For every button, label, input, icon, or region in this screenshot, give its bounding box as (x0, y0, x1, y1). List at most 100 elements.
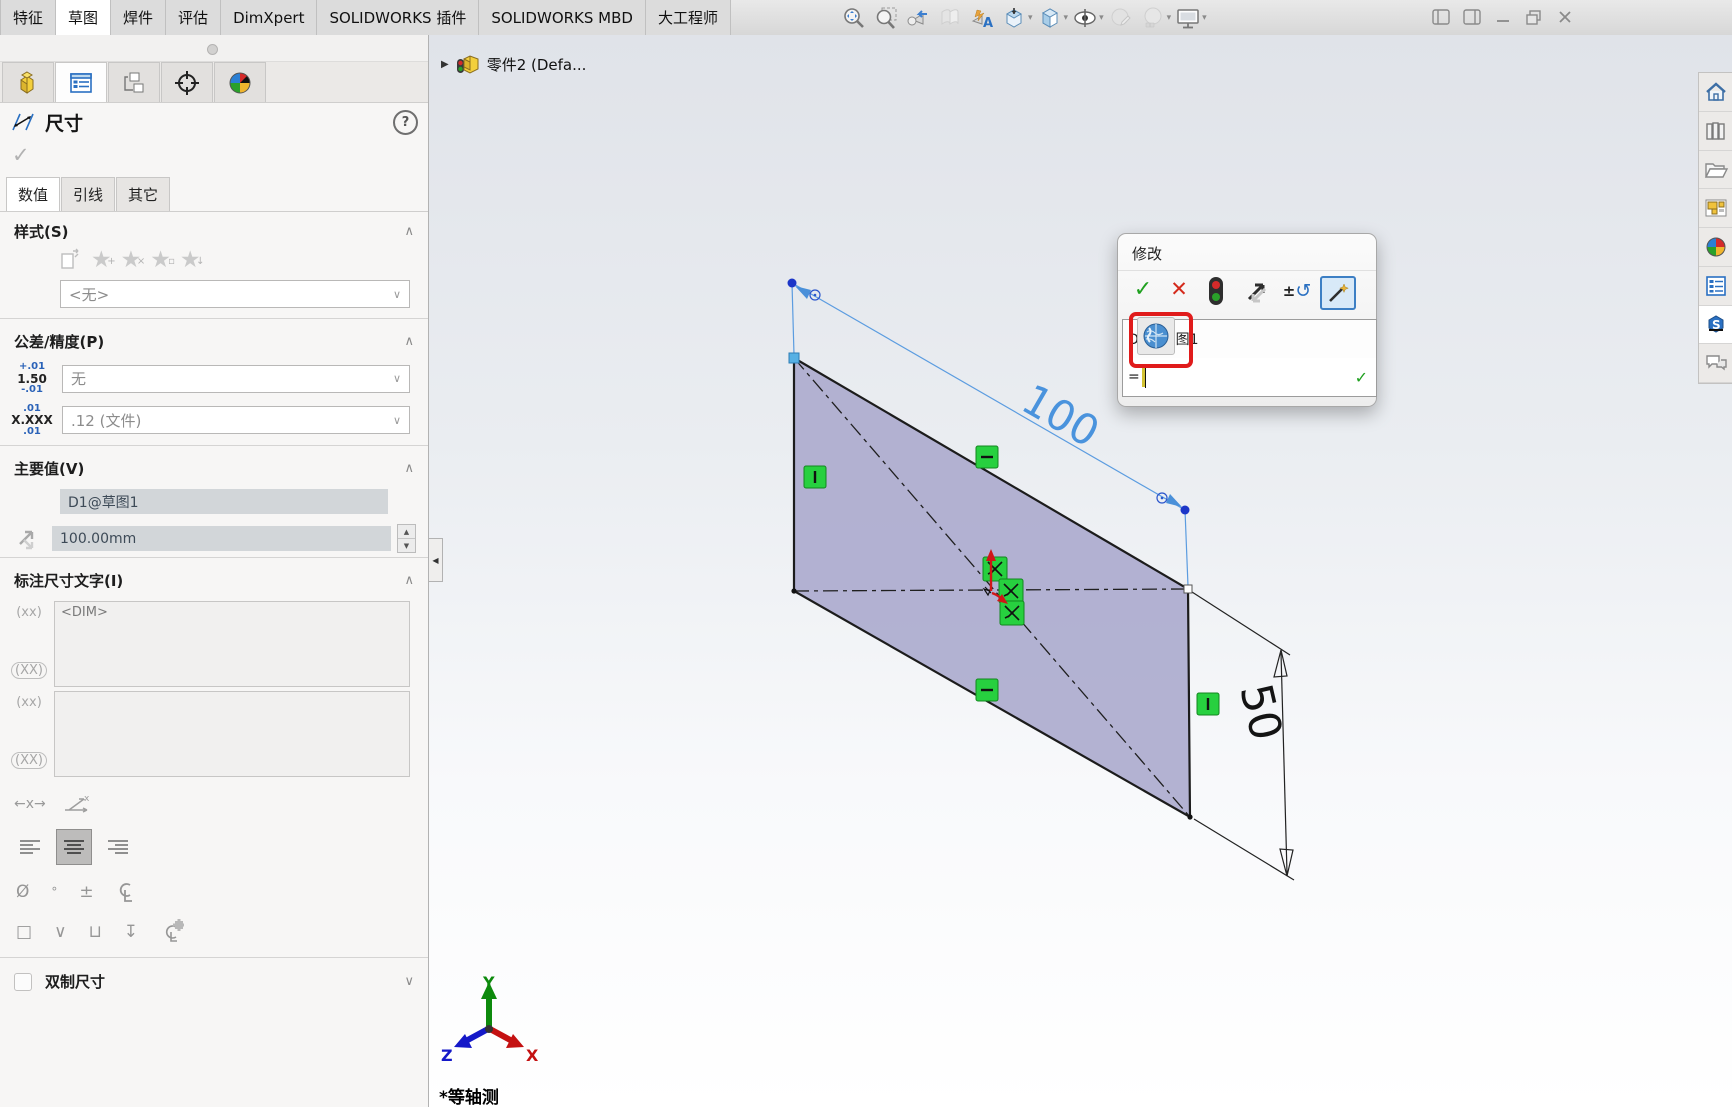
dimension-value-field[interactable]: 100.00mm (52, 526, 391, 551)
vertex-handle-selected[interactable] (789, 353, 799, 363)
tab-dimxpert-manager[interactable] (161, 62, 213, 102)
rebuild-traffic-light-icon[interactable] (1206, 276, 1226, 306)
tolerance-section-header[interactable]: 公差/精度(P) ∧ (0, 322, 428, 358)
dimension-text-section-header[interactable]: 标注尺寸文字(I) ∧ (0, 561, 428, 597)
dual-dimension-checkbox[interactable] (14, 973, 32, 991)
modify-dialog[interactable]: 修改 ✓ ✕ ± ↺ D1@草图1 (1117, 233, 1377, 407)
modify-dialog-title[interactable]: 修改 (1118, 234, 1376, 270)
vertex-handle[interactable] (1184, 585, 1192, 593)
tab-other[interactable]: 其它 (116, 177, 170, 211)
tab-weldments[interactable]: 焊件 (111, 0, 166, 35)
vertex-point[interactable] (791, 588, 796, 593)
counterbore-symbol-button[interactable]: ⊔ (89, 922, 102, 942)
solidworks-resources-icon[interactable]: S (1699, 306, 1732, 345)
dimension-100-text[interactable]: 100 (1014, 374, 1108, 457)
edit-appearance-icon[interactable] (1108, 5, 1134, 31)
vertical-constraint-badge[interactable] (804, 466, 826, 488)
close-button[interactable] (1554, 6, 1576, 28)
previous-view-icon[interactable] (905, 5, 931, 31)
collapse-chevron-icon[interactable]: ∧ (404, 461, 414, 476)
view-orientation-icon[interactable] (1001, 5, 1027, 31)
square-symbol-button[interactable]: □ (16, 922, 32, 942)
custom-properties-icon[interactable] (1699, 267, 1732, 306)
view-orientation-caret[interactable]: ▾ (1028, 13, 1033, 23)
dimension-name-input[interactable]: D1@草图1 (1122, 319, 1377, 359)
text-angle-icon[interactable]: x (64, 793, 92, 815)
section-view-icon[interactable] (937, 5, 963, 31)
view-settings-caret[interactable]: ▾ (1202, 13, 1207, 23)
spinner-down-icon[interactable]: ▼ (398, 539, 415, 552)
tolerance-dropdown[interactable]: 无 ∨ (62, 365, 410, 393)
align-right-button[interactable] (100, 829, 136, 865)
zoom-to-area-icon[interactable] (873, 5, 899, 31)
display-style-caret[interactable]: ▾ (1064, 13, 1069, 23)
design-library-icon[interactable] (1699, 112, 1732, 151)
style-section-header[interactable]: 样式(S) ∧ (0, 212, 428, 248)
appearances-icon[interactable] (1699, 228, 1732, 267)
view-settings-icon[interactable] (1175, 5, 1201, 31)
degree-symbol-button[interactable]: ° (51, 885, 57, 899)
depth-symbol-button[interactable]: ↧ (124, 922, 138, 942)
intersection-constraint-badge[interactable] (1000, 601, 1024, 625)
ok-check-icon[interactable]: ✓ (0, 141, 428, 173)
collapse-chevron-icon[interactable]: ∧ (404, 573, 414, 588)
diameter-symbol-button[interactable]: Ø (16, 882, 29, 902)
dimension-50-text[interactable]: 50 (1229, 679, 1291, 745)
tab-features[interactable]: 特征 (0, 0, 56, 35)
tab-evaluate[interactable]: 评估 (166, 0, 221, 35)
file-explorer-icon[interactable] (1699, 151, 1732, 190)
spin-increment-icon[interactable]: ± ↺ (1282, 276, 1312, 306)
delete-style-icon[interactable]: ★× (121, 249, 142, 271)
minimize-button[interactable] (1492, 6, 1514, 28)
precision-dropdown[interactable]: .12 (文件) ∨ (62, 406, 410, 434)
value-spinner[interactable]: ▲ ▼ (397, 524, 416, 553)
save-style-icon[interactable]: ★▫ (150, 249, 171, 271)
panel-splitter[interactable] (0, 35, 428, 62)
graphics-viewport[interactable]: ▶ 零件2 (Defa... (429, 35, 1732, 1107)
collapse-right-pane-button[interactable] (1461, 6, 1483, 28)
style-dropdown[interactable]: <无> ∨ (60, 280, 410, 308)
tab-da-gongchengshi[interactable]: 大工程师 (646, 0, 731, 35)
hide-show-items-icon[interactable] (1072, 5, 1098, 31)
accept-icon[interactable]: ✓ (1130, 276, 1156, 302)
tab-sw-addins[interactable]: SOLIDWORKS 插件 (317, 0, 479, 35)
expand-chevron-icon[interactable]: ∨ (404, 974, 414, 989)
add-style-icon[interactable]: ★+ (91, 249, 112, 271)
zoom-to-fit-icon[interactable] (841, 5, 867, 31)
align-center-button[interactable] (56, 829, 92, 865)
annotation-view-icon[interactable]: A (969, 5, 995, 31)
display-style-icon[interactable] (1037, 5, 1063, 31)
parallel-constraint-badge[interactable] (976, 679, 998, 701)
dimension-name-field[interactable]: D1@草图1 (60, 489, 388, 514)
parallel-constraint-badge[interactable] (976, 446, 998, 468)
apply-scene-icon[interactable] (1140, 5, 1166, 31)
more-symbols-button[interactable] (160, 919, 184, 945)
dimension-endpoint[interactable] (788, 279, 797, 288)
centerline-symbol-button[interactable] (116, 879, 134, 905)
load-style-icon[interactable]: ★↓ (180, 249, 201, 271)
dimension-text-area[interactable]: <DIM> (54, 601, 410, 687)
collapse-left-pane-button[interactable] (1430, 6, 1452, 28)
apply-scene-caret[interactable]: ▾ (1167, 13, 1172, 23)
tab-feature-manager[interactable] (2, 62, 54, 102)
hide-show-caret[interactable]: ▾ (1099, 13, 1104, 23)
help-icon[interactable]: ? (393, 110, 418, 135)
sketch-canvas[interactable]: 100 50 (429, 35, 1732, 1107)
primary-value-section-header[interactable]: 主要值(V) ∧ (0, 449, 428, 485)
reverse-direction-icon[interactable] (1242, 276, 1272, 306)
collapse-chevron-icon[interactable]: ∧ (404, 224, 414, 239)
tab-dimxpert[interactable]: DimXpert (221, 0, 317, 35)
home-icon[interactable] (1699, 73, 1732, 112)
offset-text-icon[interactable]: ←x→ (14, 796, 46, 812)
comments-icon[interactable] (1699, 344, 1732, 383)
tab-leaders[interactable]: 引线 (61, 177, 115, 211)
default-style-icon[interactable] (58, 248, 82, 272)
plus-minus-symbol-button[interactable]: ± (79, 882, 93, 902)
view-palette-icon[interactable] (1699, 189, 1732, 228)
vertex-point[interactable] (1187, 814, 1192, 819)
tab-sketch[interactable]: 草图 (56, 0, 111, 35)
collapse-chevron-icon[interactable]: ∧ (404, 334, 414, 349)
countersink-symbol-button[interactable]: ∨ (54, 922, 66, 942)
tab-sw-mbd[interactable]: SOLIDWORKS MBD (479, 0, 646, 35)
tab-value[interactable]: 数值 (6, 177, 60, 211)
